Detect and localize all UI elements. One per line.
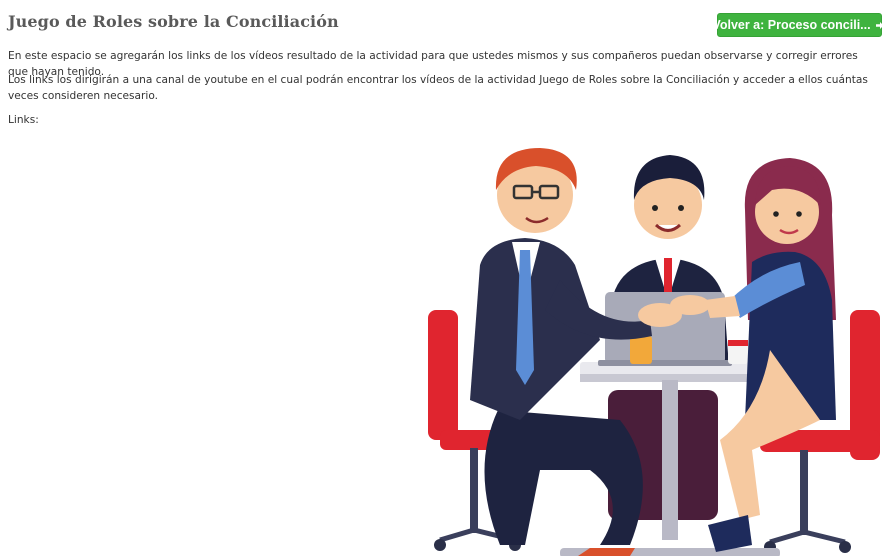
page-title: Juego de Roles sobre la Conciliación [8,12,339,31]
sign-in-icon [875,19,882,31]
back-to-process-button[interactable]: Volver a: Proceso concili... [712,13,882,37]
back-button-label: Volver a: Proceso concili... [712,18,871,32]
youtube-paragraph: Los links los dirigirán a una canal de y… [8,74,868,102]
links-label: Links: [8,114,39,126]
business-meeting-illustration [428,148,880,556]
